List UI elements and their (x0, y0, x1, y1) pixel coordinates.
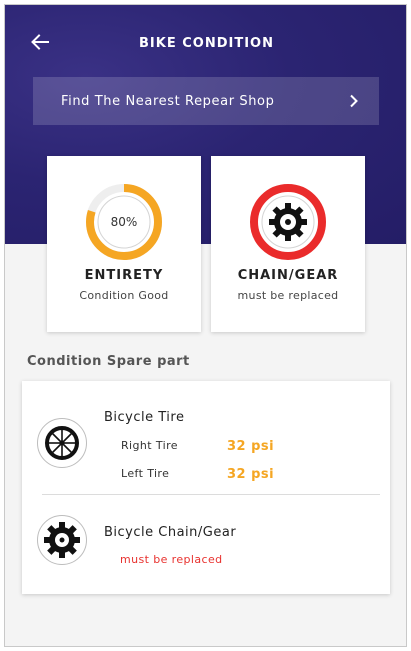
entirety-card[interactable]: 80% ENTIRETY Condition Good (47, 156, 201, 332)
wheel-icon (45, 426, 79, 460)
entirety-status: Condition Good (79, 289, 169, 302)
entirety-gauge: 80% (86, 184, 162, 260)
chain-gear-name: Bicycle Chain/Gear (104, 525, 237, 540)
chain-gear-status: must be replaced (237, 289, 339, 302)
right-tire-label: Right Tire (121, 439, 178, 452)
chain-gear-card[interactable]: CHAIN/GEAR must be replaced (211, 156, 365, 332)
chain-gear-part-status: must be replaced (120, 553, 223, 566)
chevron-right-icon (350, 94, 358, 108)
chainring-icon (250, 184, 326, 260)
entirety-title: ENTIRETY (84, 268, 164, 283)
left-tire-value: 32 psi (227, 467, 275, 482)
chain-gear-title: CHAIN/GEAR (237, 268, 339, 283)
divider (42, 494, 380, 495)
chain-icon-badge (37, 515, 87, 565)
section-title: Condition Spare part (27, 354, 190, 369)
right-tire-value: 32 psi (227, 439, 275, 454)
tire-name: Bicycle Tire (104, 410, 185, 425)
left-tire-label: Left Tire (121, 467, 170, 480)
tire-icon-badge (37, 418, 87, 468)
entirety-percent: 80% (111, 215, 138, 229)
chainring-icon (44, 522, 80, 558)
find-repair-shop-label: Find The Nearest Repear Shop (61, 93, 275, 109)
page-title: BIKE CONDITION (139, 36, 274, 51)
spare-parts-card: Bicycle Tire Right Tire 32 psi Left Tire… (22, 381, 390, 594)
app-frame: BIKE CONDITION Find The Nearest Repear S… (4, 4, 407, 647)
find-repair-shop-button[interactable]: Find The Nearest Repear Shop (33, 77, 379, 125)
